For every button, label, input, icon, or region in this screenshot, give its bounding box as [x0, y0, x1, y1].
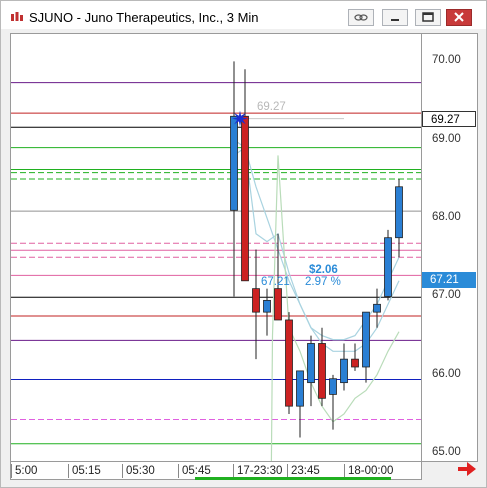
candle-body-13	[373, 303, 381, 313]
minimize-icon	[391, 19, 399, 21]
candle-body-11	[351, 358, 359, 368]
entry-price-annotation: 69.27	[257, 101, 286, 113]
candle-body-6	[296, 370, 304, 407]
x-tick-label: 5:00	[11, 464, 37, 478]
x-tick-label: 23:45	[287, 464, 320, 478]
x-tick-label: 05:15	[68, 464, 101, 478]
window-title: SJUNO - Juno Therapeutics, Inc., 3 Min	[29, 10, 259, 25]
candle-body-3	[263, 299, 271, 313]
title-bar[interactable]: SJUNO - Juno Therapeutics, Inc., 3 Min	[1, 1, 486, 29]
candle-body-8	[318, 343, 326, 399]
close-button[interactable]	[446, 9, 472, 26]
candle-body-7	[307, 343, 315, 384]
chart-app-icon	[11, 12, 23, 21]
session-indicator-bar	[195, 477, 391, 480]
current-price-label: 67.21	[422, 272, 476, 288]
x-tick-label: 18-00:00	[344, 464, 393, 478]
chart-window: SJUNO - Juno Therapeutics, Inc., 3 Min 6…	[0, 0, 487, 488]
plot-area[interactable]: 69.27 67.21 $2.06 2.97 %	[10, 33, 422, 462]
candle-body-5	[285, 319, 293, 407]
candle-body-1	[241, 115, 249, 282]
link-button[interactable]	[348, 9, 374, 26]
candle-body-10	[340, 358, 348, 384]
x-tick-label: 17-23:30	[233, 464, 282, 478]
link-icon	[354, 14, 368, 21]
y-tick-label: 69.00	[432, 132, 461, 145]
last-marker-price-label: 69.27	[422, 110, 476, 127]
y-tick-label: 70.00	[432, 54, 461, 67]
minimize-button[interactable]	[382, 9, 408, 26]
y-tick-label: 68.00	[432, 211, 461, 224]
candle-body-0	[230, 115, 238, 211]
y-tick-label: 65.00	[432, 446, 461, 459]
candle-body-14	[384, 237, 392, 297]
y-tick-label: 67.00	[432, 289, 461, 302]
reference-price-annotation: 67.21	[261, 276, 290, 288]
close-icon	[454, 12, 464, 22]
candle-body-9	[329, 378, 337, 395]
x-tick-label: 05:30	[122, 464, 155, 478]
change-percent-annotation: 2.97 %	[305, 276, 341, 288]
x-tick-label: 05:45	[178, 464, 211, 478]
candle-body-2	[252, 288, 260, 313]
price-axis[interactable]: 70.00 69.00 68.00 67.00 66.00 65.00 69.27 67.…	[422, 33, 478, 462]
y-tick-label: 66.00	[432, 367, 461, 380]
maximize-button[interactable]	[415, 9, 441, 26]
maximize-icon	[422, 12, 434, 22]
candle-body-12	[362, 311, 370, 368]
price-chart[interactable]	[11, 34, 421, 461]
candle-body-4	[274, 288, 282, 321]
change-dollars-annotation: $2.06	[309, 264, 338, 276]
candle-body-15	[395, 186, 403, 239]
scroll-right-arrow-icon[interactable]	[456, 460, 478, 478]
band-middle-line	[233, 139, 400, 352]
